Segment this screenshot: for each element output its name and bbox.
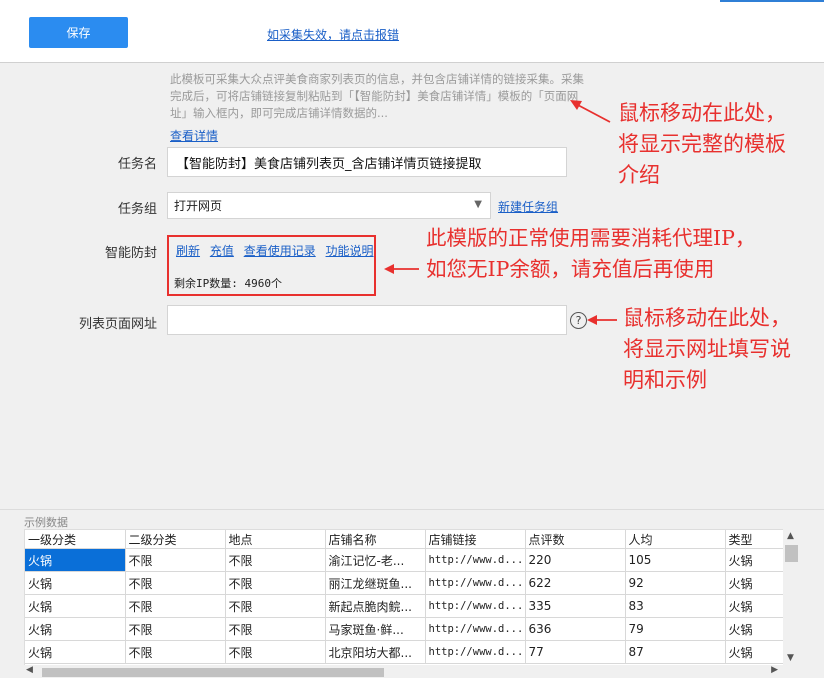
table-cell[interactable]: 79 [625, 617, 726, 641]
annotation-line: 将显示网址填写说 [623, 337, 791, 361]
column-header[interactable]: 点评数 [525, 530, 626, 549]
table-row[interactable]: 火锅 不限 不限 北京阳坊大都... http://www.d... 77 87… [25, 640, 783, 664]
column-header[interactable]: 店铺名称 [325, 530, 426, 549]
annotation-line: 鼠标移动在此处， [618, 101, 786, 125]
column-header[interactable]: 人均 [625, 530, 726, 549]
annotation-line: 鼠标移动在此处， [623, 306, 791, 330]
table-cell[interactable]: http://www.d... [425, 594, 526, 618]
red-arrow-head-icon [587, 315, 597, 325]
table-cell[interactable]: 火锅 [25, 617, 126, 641]
column-header[interactable]: 地点 [225, 530, 326, 549]
table-cell[interactable]: 火锅 [725, 548, 783, 572]
red-arrow-icon [575, 103, 611, 123]
table-cell[interactable]: 火锅 [725, 640, 783, 664]
table-cell[interactable]: 不限 [125, 617, 226, 641]
table-cell[interactable]: 335 [525, 594, 626, 618]
scroll-thumb[interactable] [42, 668, 384, 677]
table-cell[interactable]: 不限 [125, 640, 226, 664]
table-cell[interactable]: 丽江龙继斑鱼... [325, 571, 426, 595]
scroll-thumb[interactable] [785, 545, 798, 562]
url-hint-annotation: 鼠标移动在此处， 将显示网址填写说 明和示例 [623, 303, 791, 396]
table-cell[interactable]: 火锅 [25, 594, 126, 618]
red-arrow-head-icon [570, 100, 582, 110]
annotation-line: 此模版的正常使用需要消耗代理IP， [426, 226, 756, 250]
annotation-line: 将显示完整的模板 [618, 132, 786, 156]
table-cell[interactable]: 不限 [225, 640, 326, 664]
table-cell[interactable]: 77 [525, 640, 626, 664]
table-row[interactable]: 火锅 不限 不限 丽江龙继斑鱼... http://www.d... 622 9… [25, 571, 783, 595]
section-divider [0, 509, 824, 510]
table-cell[interactable]: 北京阳坊大都... [325, 640, 426, 664]
table-cell[interactable]: 不限 [125, 594, 226, 618]
table-cell[interactable]: 105 [625, 548, 726, 572]
template-hint-annotation: 鼠标移动在此处， 将显示完整的模板 介绍 [618, 98, 786, 191]
table-cell[interactable]: 不限 [225, 571, 326, 595]
horizontal-scrollbar[interactable]: ◀ ▶ [24, 665, 800, 678]
table-cell[interactable]: 火锅 [25, 571, 126, 595]
annotation-line: 明和示例 [623, 368, 707, 392]
table-cell[interactable]: 不限 [125, 548, 226, 572]
ip-hint-annotation: 此模版的正常使用需要消耗代理IP， 如您无IP余额，请充值后再使用 [426, 223, 755, 285]
table-cell[interactable]: 马家斑鱼·鲜... [325, 617, 426, 641]
table-cell[interactable]: 622 [525, 571, 626, 595]
scroll-right-icon[interactable]: ▶ [771, 665, 778, 675]
table-cell[interactable]: 火锅 [725, 617, 783, 641]
table-cell[interactable]: 不限 [225, 548, 326, 572]
table-cell[interactable]: 220 [525, 548, 626, 572]
table-cell[interactable]: 火锅 [725, 594, 783, 618]
table-row[interactable]: 火锅 不限 不限 新起点脆肉鲩... http://www.d... 335 8… [25, 594, 783, 618]
sample-data-caption: 示例数据 [24, 516, 68, 529]
vertical-scrollbar[interactable]: ▲ ▼ [783, 529, 800, 665]
table-cell[interactable]: 636 [525, 617, 626, 641]
table-header-row: 一级分类 二级分类 地点 店铺名称 店铺链接 点评数 人均 类型 [25, 530, 783, 549]
scroll-down-icon[interactable]: ▼ [787, 653, 794, 663]
column-header[interactable]: 类型 [725, 530, 783, 549]
column-header[interactable]: 一级分类 [25, 530, 126, 549]
table-cell[interactable]: http://www.d... [425, 640, 526, 664]
column-header[interactable]: 店铺链接 [425, 530, 526, 549]
table-cell[interactable]: 不限 [125, 571, 226, 595]
table-cell[interactable]: 87 [625, 640, 726, 664]
column-header[interactable]: 二级分类 [125, 530, 226, 549]
table-cell[interactable]: 新起点脆肉鲩... [325, 594, 426, 618]
table-cell[interactable]: 不限 [225, 617, 326, 641]
annotation-line: 如您无IP余额，请充值后再使用 [426, 257, 715, 281]
table-cell[interactable]: http://www.d... [425, 548, 526, 572]
table-cell[interactable]: 火锅 [25, 548, 126, 572]
sample-data-table[interactable]: 一级分类 二级分类 地点 店铺名称 店铺链接 点评数 人均 类型 火锅 不限 不… [24, 529, 783, 666]
table-cell[interactable]: 火锅 [725, 571, 783, 595]
scroll-left-icon[interactable]: ◀ [26, 665, 33, 675]
table-cell[interactable]: 92 [625, 571, 726, 595]
annotation-line: 介绍 [618, 163, 660, 187]
table-cell[interactable]: 不限 [225, 594, 326, 618]
scroll-up-icon[interactable]: ▲ [787, 531, 794, 541]
table-row[interactable]: 火锅 不限 不限 渝江记忆-老... http://www.d... 220 1… [25, 548, 783, 572]
table-row[interactable]: 火锅 不限 不限 马家斑鱼·鲜... http://www.d... 636 7… [25, 617, 783, 641]
table-cell[interactable]: http://www.d... [425, 571, 526, 595]
table-cell[interactable]: 火锅 [25, 640, 126, 664]
table-cell[interactable]: http://www.d... [425, 617, 526, 641]
table-cell[interactable]: 渝江记忆-老... [325, 548, 426, 572]
red-arrow-head-icon [384, 264, 394, 274]
table-cell[interactable]: 83 [625, 594, 726, 618]
